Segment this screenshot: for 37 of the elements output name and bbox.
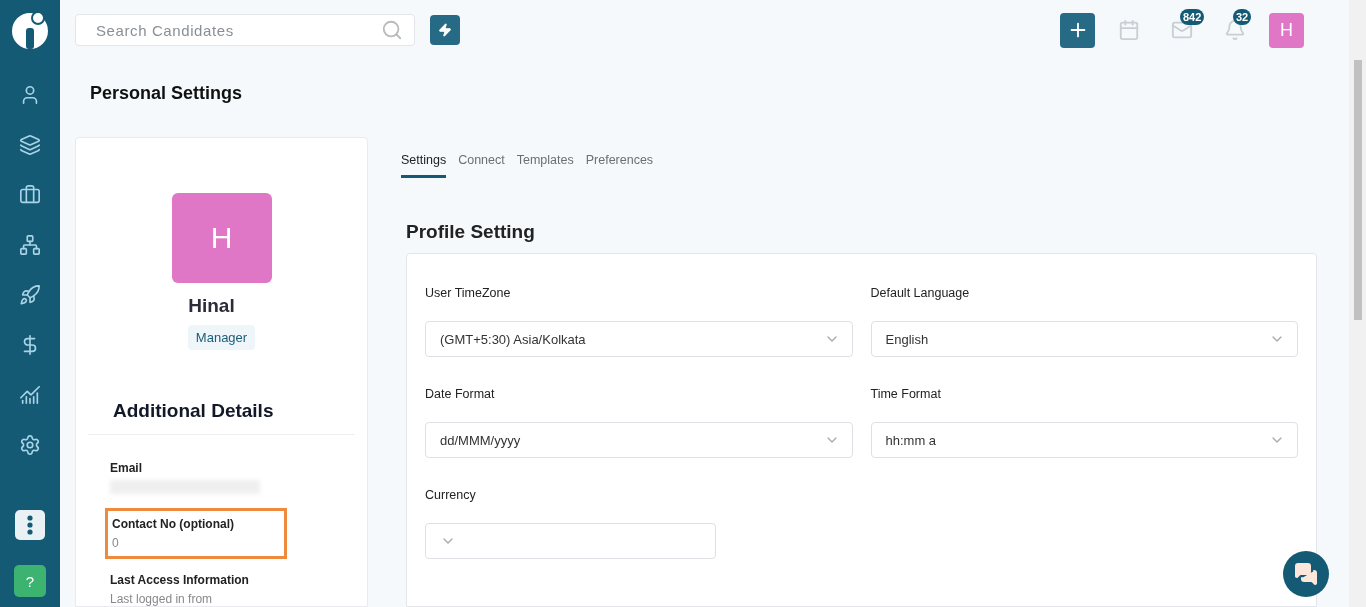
tab[interactable]: Connect — [458, 153, 505, 178]
mail-icon[interactable] — [1171, 19, 1193, 41]
profile-name: Hinal — [188, 295, 235, 317]
vertical-dots-icon — [27, 515, 33, 535]
tab[interactable]: Settings — [401, 153, 447, 178]
role-tag: Manager — [187, 325, 256, 350]
select-field[interactable]: hh:mm a — [870, 422, 1298, 458]
detail-label: Last Access Information — [110, 573, 250, 587]
select-field[interactable]: dd/MMM/yyyy — [425, 422, 853, 458]
profile-avatar: H — [171, 193, 272, 283]
select-field[interactable]: (GMT+5:30) Asia/Kolkata — [425, 321, 853, 357]
field-label: Currency — [425, 488, 477, 502]
lightning-button[interactable] — [430, 15, 460, 45]
field-label: Time Format — [870, 387, 942, 401]
search-field[interactable]: Search Candidates — [75, 14, 415, 46]
section-title: Profile Setting — [406, 221, 536, 243]
detail-label: Contact No (optional) — [112, 517, 235, 531]
more-button[interactable] — [15, 510, 45, 540]
select-field[interactable]: English — [870, 321, 1298, 357]
mail-count-badge: 842 — [1180, 9, 1205, 25]
add-button[interactable] — [1060, 12, 1095, 48]
chat-icon — [1294, 562, 1318, 586]
section-title: Additional Details — [88, 400, 355, 435]
field-label: Date Format — [425, 387, 496, 401]
tab[interactable]: Templates — [516, 153, 574, 178]
scrollbar[interactable] — [1349, 0, 1366, 607]
detail-value: Last logged in from — [110, 592, 214, 606]
lightning-icon — [438, 23, 452, 37]
detail-value: 0 — [112, 536, 120, 550]
field-label: Default Language — [870, 286, 971, 300]
bell-icon[interactable] — [1224, 19, 1246, 41]
notification-count-badge: 32 — [1233, 9, 1252, 25]
tab[interactable]: Preferences — [585, 153, 654, 178]
select-field[interactable] — [425, 523, 716, 559]
field-label: User TimeZone — [425, 286, 512, 300]
page-title: Personal Settings — [90, 83, 244, 104]
detail-label: Email — [110, 461, 143, 475]
